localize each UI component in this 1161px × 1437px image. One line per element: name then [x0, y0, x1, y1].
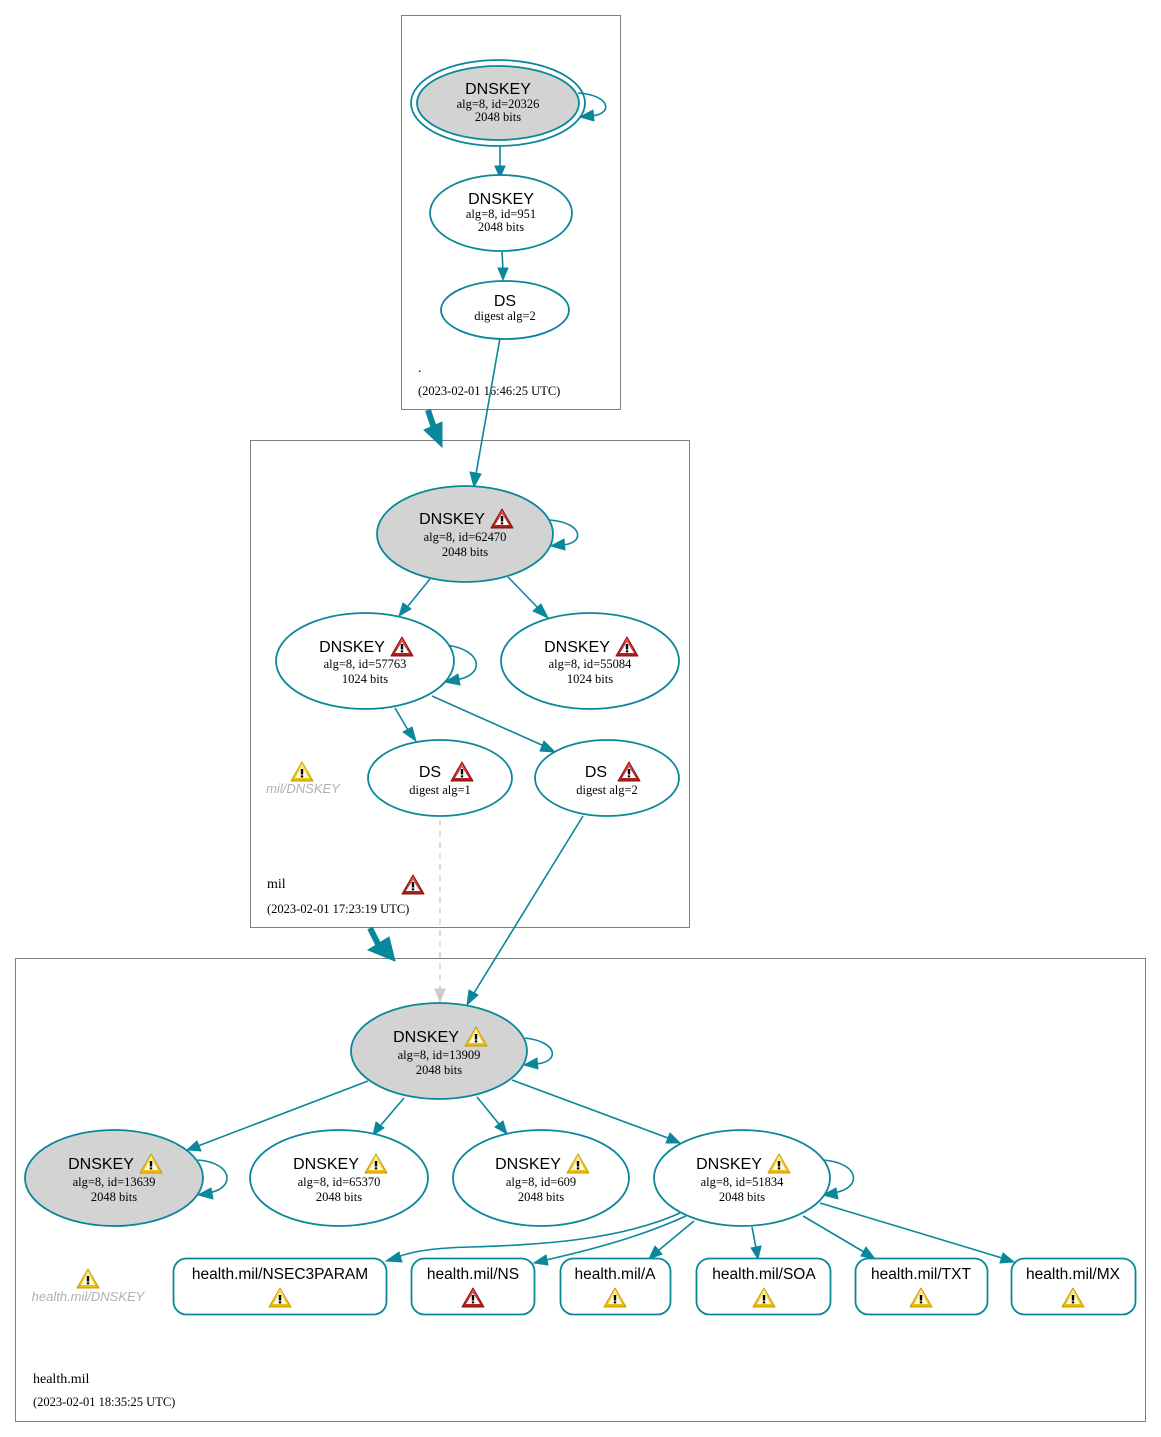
svg-text:health.mil/MX: health.mil/MX	[1026, 1266, 1121, 1283]
svg-text:1024 bits: 1024 bits	[567, 672, 613, 686]
node-hm-k3[interactable]: DNSKEY alg=8, id=609 2048 bits	[452, 1129, 630, 1227]
node-hm-k2[interactable]: DNSKEY alg=8, id=65370 2048 bits	[249, 1129, 429, 1227]
svg-text:DNSKEY: DNSKEY	[468, 191, 534, 208]
node-mil-ksk[interactable]: DNSKEY alg=8, id=62470 2048 bits	[376, 485, 554, 583]
node-root-ksk[interactable]: DNSKEY alg=8, id=20326 2048 bits	[410, 59, 586, 147]
svg-text:health.mil/SOA: health.mil/SOA	[712, 1266, 816, 1283]
rrset-mx[interactable]: health.mil/MX	[1010, 1257, 1137, 1316]
svg-text:health.mil/A: health.mil/A	[575, 1266, 657, 1283]
svg-text:alg=8, id=609: alg=8, id=609	[506, 1175, 576, 1189]
svg-text:DNSKEY: DNSKEY	[319, 639, 385, 656]
svg-text:2048 bits: 2048 bits	[518, 1190, 564, 1204]
node-mil-ds2[interactable]: DS digest alg=2	[534, 739, 680, 817]
svg-text:health.mil/NS: health.mil/NS	[427, 1266, 519, 1283]
svg-text:2048 bits: 2048 bits	[719, 1190, 765, 1204]
svg-text:alg=8, id=51834: alg=8, id=51834	[701, 1175, 785, 1189]
svg-text:DNSKEY: DNSKEY	[68, 1156, 134, 1173]
svg-text:health.mil/TXT: health.mil/TXT	[871, 1266, 971, 1283]
rrset-ns[interactable]: health.mil/NS	[410, 1257, 536, 1316]
node-mil-zsk1[interactable]: DNSKEY alg=8, id=57763 1024 bits	[275, 612, 455, 710]
node-mil-zsk2[interactable]: DNSKEY alg=8, id=55084 1024 bits	[500, 612, 680, 710]
rrset-a[interactable]: health.mil/A	[559, 1257, 672, 1316]
node-hm-ksk[interactable]: DNSKEY alg=8, id=13909 2048 bits	[350, 1002, 528, 1100]
svg-text:DNSKEY: DNSKEY	[696, 1156, 762, 1173]
svg-text:2048 bits: 2048 bits	[478, 220, 524, 234]
svg-text:alg=8, id=13639: alg=8, id=13639	[73, 1175, 156, 1189]
svg-text:1024 bits: 1024 bits	[342, 672, 388, 686]
svg-text:alg=8, id=65370: alg=8, id=65370	[298, 1175, 381, 1189]
zone-timestamp-mil: (2023-02-01 17:23:19 UTC)	[267, 902, 409, 916]
zone-name-health-mil: health.mil	[33, 1372, 89, 1387]
dnssec-graph: . (2023-02-01 16:46:25 UTC) mil (2023-02…	[15, 15, 1146, 1422]
svg-text:DNSKEY: DNSKEY	[495, 1156, 561, 1173]
rrset-nsec3param[interactable]: health.mil/NSEC3PARAM	[172, 1257, 388, 1316]
zone-name-root: .	[418, 361, 422, 376]
node-root-zsk[interactable]: DNSKEY alg=8, id=951 2048 bits	[429, 174, 573, 252]
node-hm-k4[interactable]: DNSKEY alg=8, id=51834 2048 bits	[653, 1129, 831, 1227]
svg-text:2048 bits: 2048 bits	[316, 1190, 362, 1204]
node-root-ds[interactable]: DS digest alg=2	[440, 280, 570, 340]
svg-text:DS: DS	[585, 764, 607, 781]
zone-name-mil: mil	[267, 877, 286, 892]
svg-text:alg=8, id=57763: alg=8, id=57763	[324, 657, 407, 671]
svg-text:DNSKEY: DNSKEY	[544, 639, 610, 656]
svg-text:alg=8, id=55084: alg=8, id=55084	[549, 657, 633, 671]
svg-text:2048 bits: 2048 bits	[442, 545, 488, 559]
svg-text:2048 bits: 2048 bits	[416, 1063, 462, 1077]
node-mil-ds1[interactable]: DS digest alg=1	[367, 739, 513, 817]
svg-text:DNSKEY: DNSKEY	[465, 81, 531, 98]
svg-text:2048 bits: 2048 bits	[91, 1190, 137, 1204]
svg-text:alg=8, id=62470: alg=8, id=62470	[424, 530, 507, 544]
svg-text:DS: DS	[419, 764, 441, 781]
svg-text:DNSKEY: DNSKEY	[419, 511, 485, 528]
rrset-txt[interactable]: health.mil/TXT	[854, 1257, 989, 1316]
rrset-soa[interactable]: health.mil/SOA	[695, 1257, 832, 1316]
svg-text:DNSKEY: DNSKEY	[393, 1029, 459, 1046]
svg-text:health.mil/DNSKEY: health.mil/DNSKEY	[32, 1289, 146, 1304]
svg-text:alg=8, id=951: alg=8, id=951	[466, 207, 536, 221]
svg-text:2048 bits: 2048 bits	[475, 110, 521, 124]
delegation-arrow-mil-health	[366, 926, 396, 962]
svg-text:alg=8, id=20326: alg=8, id=20326	[457, 97, 540, 111]
edge-root-zsk-ds	[501, 251, 504, 271]
zone-timestamp-health-mil: (2023-02-01 18:35:25 UTC)	[33, 1395, 175, 1409]
svg-text:mil/DNSKEY: mil/DNSKEY	[266, 781, 341, 796]
svg-text:digest alg=1: digest alg=1	[409, 783, 471, 797]
svg-text:DS: DS	[494, 293, 516, 310]
svg-text:digest alg=2: digest alg=2	[576, 783, 638, 797]
svg-text:DNSKEY: DNSKEY	[293, 1156, 359, 1173]
svg-text:health.mil/NSEC3PARAM: health.mil/NSEC3PARAM	[192, 1266, 368, 1283]
node-hm-k1[interactable]: DNSKEY alg=8, id=13639 2048 bits	[24, 1129, 204, 1227]
svg-text:alg=8, id=13909: alg=8, id=13909	[398, 1048, 481, 1062]
svg-text:digest alg=2: digest alg=2	[474, 309, 536, 323]
